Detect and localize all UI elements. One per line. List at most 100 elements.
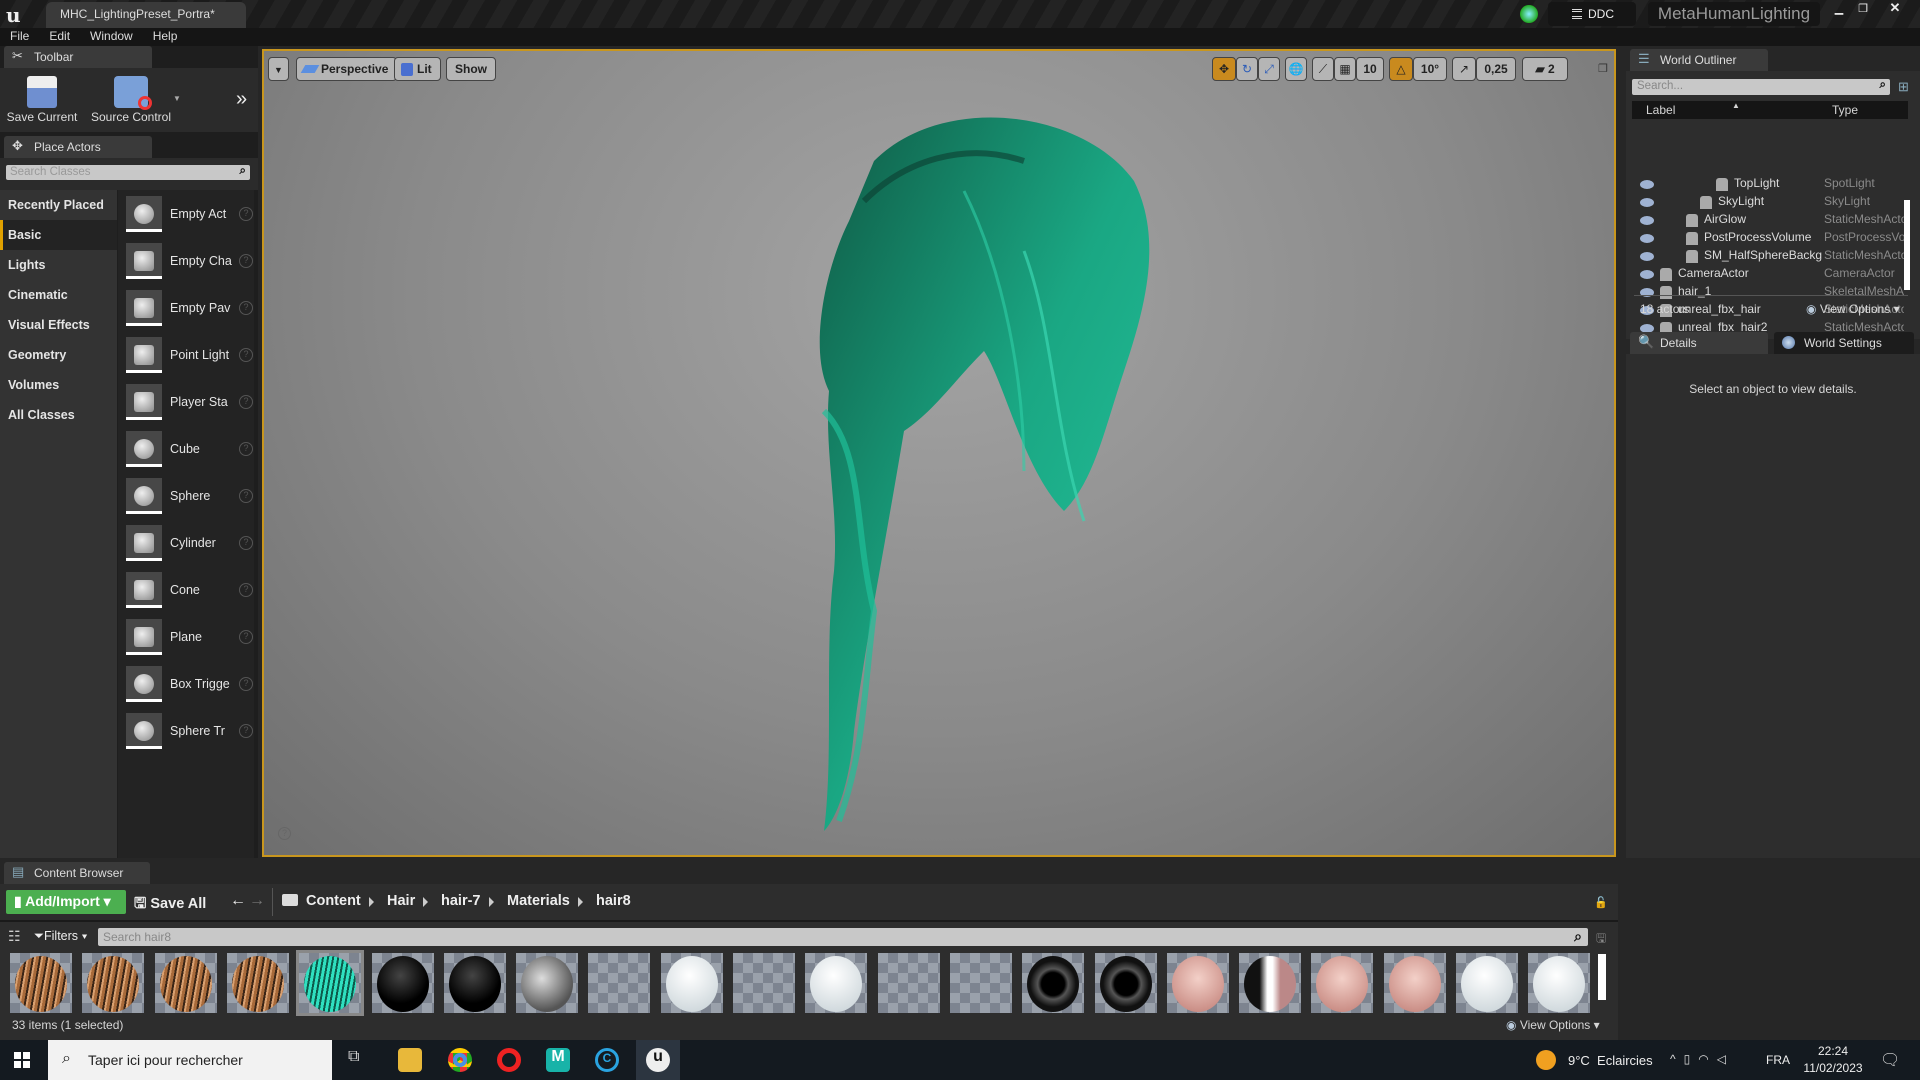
breadcrumb-arrow-icon[interactable] xyxy=(489,897,494,907)
column-label[interactable]: Label xyxy=(1646,103,1675,117)
asset-thumbnail[interactable] xyxy=(10,953,72,1013)
tab-world-settings[interactable]: World Settings xyxy=(1774,332,1914,354)
asset-thumbnail[interactable] xyxy=(588,953,651,1013)
asset-thumbnail[interactable] xyxy=(1022,953,1085,1013)
outliner-row[interactable]: PostProcessVolume PostProcessVolume xyxy=(1634,230,1910,248)
tab-world-outliner[interactable]: ☰ World Outliner xyxy=(1630,49,1768,71)
asset-thumbnail[interactable] xyxy=(371,953,434,1013)
actor-item[interactable]: Cone? xyxy=(126,572,254,612)
opera-icon[interactable] xyxy=(497,1048,521,1072)
filters-button[interactable]: ⏷Filters ▾ xyxy=(34,929,88,944)
category-cinematic[interactable]: Cinematic xyxy=(0,280,117,310)
language-indicator[interactable]: FRA xyxy=(1766,1053,1790,1067)
visibility-eye-icon[interactable] xyxy=(1640,270,1654,279)
content-search-input[interactable]: Search hair8 ⌕ xyxy=(98,928,1588,946)
help-icon[interactable]: ? xyxy=(239,630,253,644)
close-button[interactable]: ✕ xyxy=(1880,0,1910,15)
asset-thumbnail[interactable] xyxy=(1239,953,1302,1013)
actor-item[interactable]: Empty Pav? xyxy=(126,290,254,330)
asset-thumbnail[interactable] xyxy=(1166,953,1229,1013)
file-explorer-icon[interactable] xyxy=(398,1048,422,1072)
maximize-button[interactable]: ❐ xyxy=(1852,2,1874,16)
asset-thumbnail[interactable] xyxy=(1456,953,1518,1013)
asset-thumbnail[interactable] xyxy=(154,953,217,1013)
expand-toolbar-icon[interactable]: » xyxy=(236,88,247,111)
asset-thumbnail[interactable] xyxy=(296,950,365,1016)
breadcrumb-item[interactable]: hair-7 xyxy=(441,893,481,909)
add-import-button[interactable]: ▮ Add/Import ▾ xyxy=(6,890,126,914)
maya-icon[interactable]: M xyxy=(546,1048,570,1072)
unreal-taskbar-button[interactable]: u xyxy=(636,1040,680,1080)
column-type[interactable]: Type xyxy=(1832,103,1858,117)
save-current-button[interactable]: Save Current xyxy=(4,76,80,124)
outliner-row[interactable]: CameraActor CameraActor xyxy=(1634,266,1910,284)
help-icon[interactable]: ? xyxy=(239,301,253,315)
menu-window[interactable]: Window xyxy=(80,28,143,46)
menu-edit[interactable]: Edit xyxy=(39,28,80,46)
asset-thumbnail[interactable] xyxy=(516,953,579,1013)
taskbar-search-input[interactable]: ⌕ Taper ici pour rechercher xyxy=(48,1040,332,1080)
outliner-row[interactable]: SkyLight SkyLight xyxy=(1634,194,1910,212)
outliner-row[interactable]: AirGlow StaticMeshActor xyxy=(1634,212,1910,230)
actor-item[interactable]: Cylinder? xyxy=(126,525,254,565)
visibility-eye-icon[interactable] xyxy=(1640,198,1654,207)
asset-thumbnail[interactable] xyxy=(877,953,940,1013)
tab-place-actors[interactable]: ✥ Place Actors xyxy=(4,136,152,158)
outliner-scrollbar[interactable] xyxy=(1904,200,1910,290)
help-icon[interactable]: ? xyxy=(239,348,253,362)
actor-item[interactable]: Plane? xyxy=(126,619,254,659)
outliner-search-input[interactable]: Search... ⌕ xyxy=(1632,79,1890,95)
ddc-button[interactable]: DDC xyxy=(1548,2,1636,26)
category-basic[interactable]: Basic xyxy=(0,220,117,250)
content-view-options-button[interactable]: ◉ View Options ▾ xyxy=(1506,1018,1600,1032)
actor-item[interactable]: Empty Act? xyxy=(126,196,254,236)
asset-thumbnail[interactable] xyxy=(660,953,723,1013)
asset-thumbnail[interactable] xyxy=(805,953,868,1013)
task-view-icon[interactable]: ⧉ xyxy=(348,1048,372,1072)
back-arrow-icon[interactable]: ← xyxy=(230,892,246,910)
visibility-eye-icon[interactable] xyxy=(1640,216,1654,225)
save-all-button[interactable]: 🖫 Save All xyxy=(134,893,206,918)
clock-time[interactable]: 22:24 xyxy=(1800,1044,1866,1058)
outliner-row[interactable]: TopLight SpotLight xyxy=(1634,176,1910,194)
help-icon[interactable]: ? xyxy=(239,536,253,550)
help-icon[interactable]: ? xyxy=(239,254,253,268)
outliner-row[interactable]: hair_1SkeletalMeshActor xyxy=(1634,284,1910,302)
actor-item[interactable]: Box Trigge? xyxy=(126,666,254,706)
actor-item[interactable]: Sphere? xyxy=(126,478,254,518)
menu-help[interactable]: Help xyxy=(143,28,188,46)
asset-thumbnail[interactable] xyxy=(1383,953,1446,1013)
tab-content-browser[interactable]: ▤ Content Browser xyxy=(4,862,150,884)
actor-item[interactable]: Cube? xyxy=(126,431,254,471)
add-folder-icon[interactable]: ⊞ xyxy=(1898,79,1909,95)
visibility-eye-icon[interactable] xyxy=(1640,234,1654,243)
category-recently-placed[interactable]: Recently Placed xyxy=(0,190,117,220)
source-control-dropdown-icon[interactable]: ▼ xyxy=(173,94,181,103)
asset-thumbnail[interactable] xyxy=(1094,953,1157,1013)
actor-item[interactable]: Player Sta? xyxy=(126,384,254,424)
breadcrumb-item[interactable]: Materials xyxy=(507,893,570,909)
visibility-eye-icon[interactable] xyxy=(1640,252,1654,261)
asset-thumbnail[interactable] xyxy=(82,953,145,1013)
asset-thumbnail[interactable] xyxy=(733,953,795,1013)
help-icon[interactable]: ? xyxy=(239,677,253,691)
minimize-button[interactable]: ▁ xyxy=(1828,2,1850,16)
chrome-icon[interactable] xyxy=(448,1048,472,1072)
asset-thumbnail[interactable] xyxy=(1311,953,1374,1013)
menu-file[interactable]: File xyxy=(0,28,39,46)
clock-date[interactable]: 11/02/2023 xyxy=(1800,1061,1866,1075)
help-icon[interactable]: ? xyxy=(239,207,253,221)
category-geometry[interactable]: Geometry xyxy=(0,340,117,370)
lock-icon[interactable]: 🔓 xyxy=(1594,896,1608,909)
category-visual-effects[interactable]: Visual Effects xyxy=(0,310,117,340)
cinema-app-icon[interactable]: C xyxy=(595,1048,619,1072)
asset-thumbnail[interactable] xyxy=(226,953,289,1013)
level-viewport[interactable]: ▼ Perspective Lit Show ✥ ↻ ⤢ 🌐 ⟋ ▦ 10 △ … xyxy=(262,49,1616,857)
actor-item[interactable]: Empty Cha? xyxy=(126,243,254,283)
help-icon[interactable]: ? xyxy=(239,724,253,738)
asset-thumbnail[interactable] xyxy=(1528,953,1591,1013)
breadcrumb-item[interactable]: Content xyxy=(306,893,361,909)
visibility-eye-icon[interactable] xyxy=(1640,180,1654,189)
sources-toggle-icon[interactable]: ☷ xyxy=(8,928,21,945)
breadcrumb-arrow-icon[interactable] xyxy=(578,897,583,907)
